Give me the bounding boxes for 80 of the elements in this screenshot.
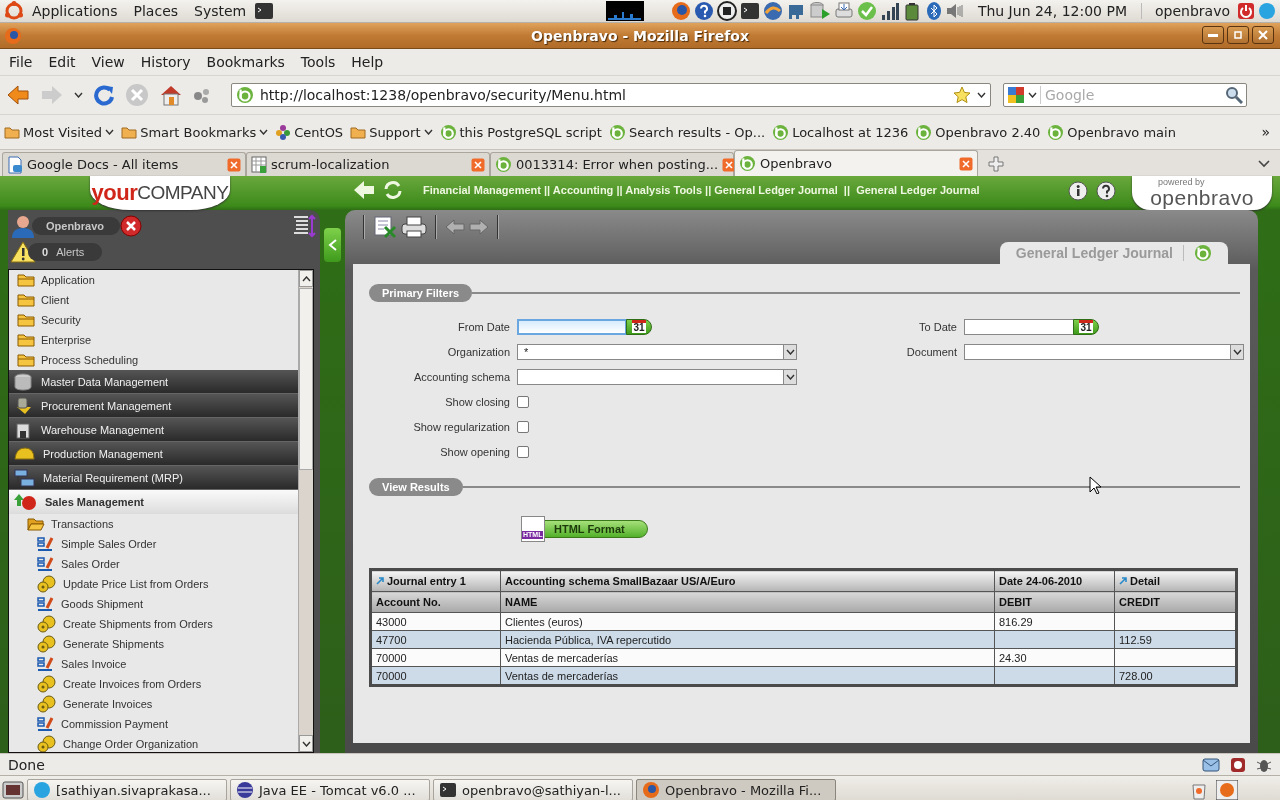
powered-by-label: powered by xyxy=(1158,177,1205,187)
more-bookmarks-button[interactable]: » xyxy=(1261,124,1276,140)
menu-item[interactable]: Change Order Organization xyxy=(9,734,298,752)
bookmark[interactable]: Most Visited xyxy=(4,124,115,140)
menu-item[interactable]: Enterprise xyxy=(9,330,298,350)
menu-item[interactable]: Edit xyxy=(40,54,84,70)
clock[interactable]: Thu Jun 24, 12:00 PM xyxy=(967,3,1142,19)
menu-item[interactable]: Simple Sales Order xyxy=(9,534,298,554)
menu-item[interactable]: Generate Shipments xyxy=(9,634,298,654)
bookmark[interactable]: Openbravo 2.40 xyxy=(915,123,1041,141)
menu-section[interactable]: Master Data Management xyxy=(9,370,298,394)
menu-section[interactable]: Sales Management xyxy=(9,490,298,514)
menu-item[interactable]: Commission Payment xyxy=(9,714,298,734)
taskbar-button[interactable]: Java EE - Tomcat v6.0 ... xyxy=(230,779,430,800)
user-name: Openbravo xyxy=(32,216,121,235)
bookmark[interactable]: Support xyxy=(350,124,433,140)
browser-tab[interactable]: Google Docs - All items xyxy=(2,152,246,176)
bookmark[interactable]: Search results - Op... xyxy=(608,123,766,141)
browser-tab[interactable]: Openbravo xyxy=(734,150,978,176)
menu-item[interactable]: Client xyxy=(9,290,298,310)
menu-item[interactable]: Sales Invoice xyxy=(9,654,298,674)
menu-item[interactable]: Create Invoices from Orders xyxy=(9,674,298,694)
bookmark[interactable]: this PostgreSQL script xyxy=(439,123,602,141)
bookmark[interactable]: CentOS xyxy=(275,124,344,140)
menu-item[interactable]: File xyxy=(1,54,41,70)
column-header: Account No. xyxy=(370,591,501,613)
bookmark[interactable]: Localhost at 1236 xyxy=(772,123,909,141)
menu-item[interactable]: Generate Invoices xyxy=(9,694,298,714)
panel-menu[interactable]: Applications xyxy=(24,3,126,19)
panel-menu[interactable]: System xyxy=(186,3,255,19)
field-label: From Date xyxy=(457,320,510,333)
menu-section[interactable]: Warehouse Management xyxy=(9,418,298,442)
user-menu[interactable]: openbravo xyxy=(1145,3,1234,19)
field-label: Show opening xyxy=(439,445,510,458)
menu-item[interactable]: History xyxy=(132,54,199,70)
table-header-cell: Accounting schema SmallBazaar US/A/Euro xyxy=(500,569,995,592)
menu-item[interactable]: Help xyxy=(343,54,392,70)
status-text: Done xyxy=(8,756,45,773)
window-title: Openbravo - Mozilla Firefox xyxy=(531,27,749,44)
browser-tab[interactable]: 0013314: Error when posting... xyxy=(490,152,734,176)
field-label: Organization xyxy=(446,345,510,358)
menu-item[interactable]: Goods Shipment xyxy=(9,594,298,614)
panel-menu[interactable]: Places xyxy=(125,3,187,19)
column-header: NAME xyxy=(500,591,995,613)
table-cell: 70000 xyxy=(370,666,501,686)
company-logo: yourCOMPANY xyxy=(90,176,230,210)
menu-item[interactable]: Security xyxy=(9,310,298,330)
field-label: Accounting schema xyxy=(413,370,510,383)
search-box[interactable]: Google xyxy=(1003,83,1247,107)
section-header: View Results xyxy=(369,478,463,496)
taskbar-button[interactable]: openbravo@sathiyan-l... xyxy=(433,779,633,800)
taskbar-button[interactable]: [sathiyan.sivaprakasa... xyxy=(27,779,227,800)
field-label: Show regularization xyxy=(412,420,510,433)
address-bar[interactable]: http://localhost:1238/openbravo/security/Menu.html xyxy=(231,83,991,107)
calendar-button[interactable]: 31 xyxy=(626,318,652,335)
browser-tab[interactable]: scrum-localization xyxy=(246,152,490,176)
bookmark[interactable]: Smart Bookmarks xyxy=(121,124,269,140)
field-label: Show closing xyxy=(444,395,510,408)
alerts-counter[interactable]: 0 Alerts xyxy=(28,243,103,261)
brand-logo: openbravo xyxy=(1150,186,1254,209)
menu-section[interactable]: Procurement Management xyxy=(9,394,298,418)
section-header: Primary Filters xyxy=(369,284,473,302)
table-header-cell: Date 24-06-2010 xyxy=(994,569,1115,592)
menu-item[interactable]: Bookmarks xyxy=(198,54,293,70)
menu-item[interactable]: Update Price List from Orders xyxy=(9,574,298,594)
calendar-button[interactable]: 31 xyxy=(1073,318,1099,335)
menu-item[interactable]: View xyxy=(83,54,133,70)
field-label: To Date xyxy=(918,320,957,333)
menu-item[interactable]: Create Shipments from Orders xyxy=(9,614,298,634)
menu-section[interactable]: Material Requirement (MRP) xyxy=(9,466,298,490)
menu-section[interactable]: Production Management xyxy=(9,442,298,466)
select-field[interactable]: * xyxy=(517,343,797,360)
menu-item[interactable]: Process Scheduling xyxy=(9,350,298,370)
menu-item[interactable]: Tools xyxy=(292,54,344,70)
field-label: Document xyxy=(905,345,957,358)
menu-item[interactable]: Transactions xyxy=(9,514,298,534)
menu-item[interactable]: Application xyxy=(9,270,298,290)
menu-item[interactable]: Sales Order xyxy=(9,554,298,574)
bookmark[interactable]: Openbravo main xyxy=(1047,123,1176,141)
taskbar-button[interactable]: Openbravo - Mozilla Fi... xyxy=(636,779,836,800)
